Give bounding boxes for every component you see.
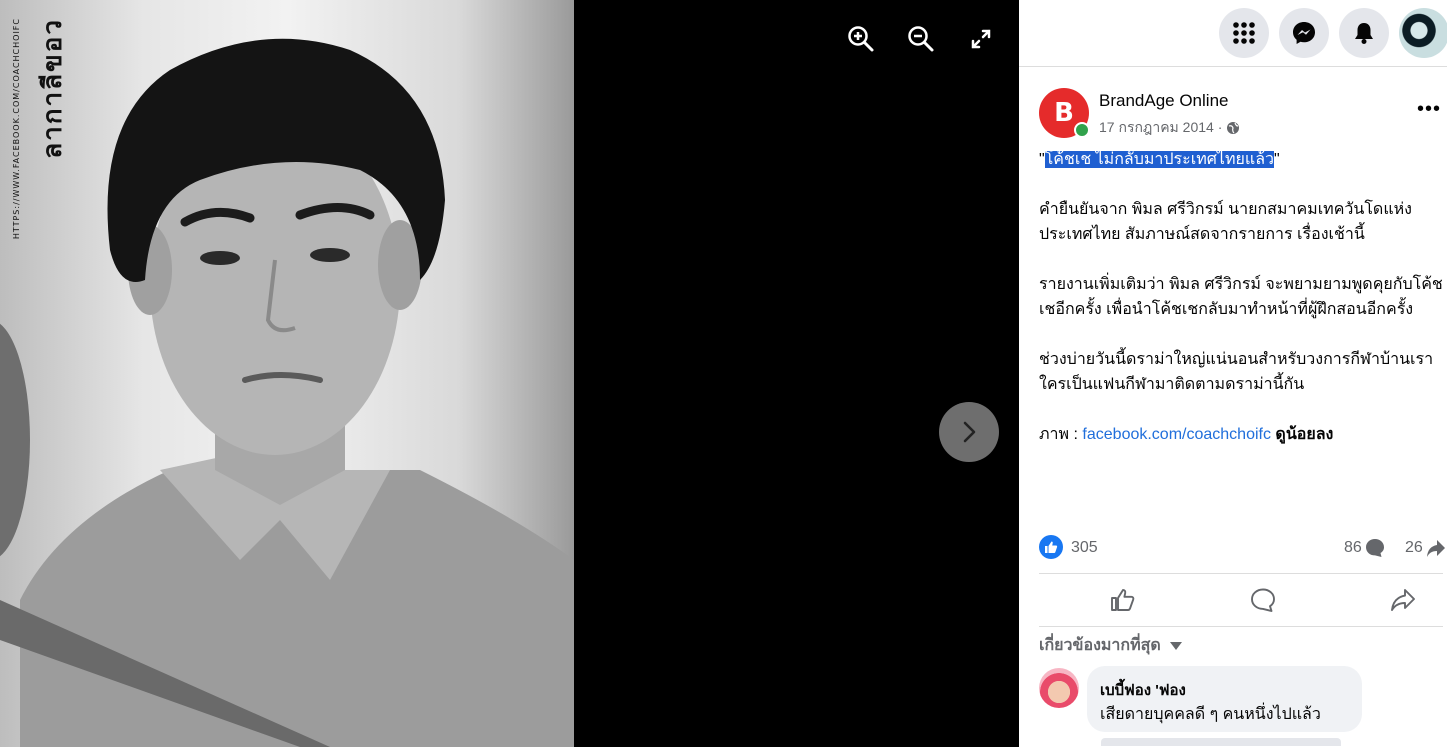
comment-bubble: เบบี้ฟอง 'ฟอง เสียดายบุคคลดี ๆ คนหนึ่งไป… — [1087, 666, 1362, 732]
post-date[interactable]: 17 กรกฎาคม 2014 · — [1099, 117, 1222, 139]
menu-button[interactable] — [1219, 8, 1269, 58]
comment-outline-icon — [1251, 588, 1275, 612]
photo-credit-link[interactable]: facebook.com/coachchoifc — [1082, 426, 1271, 443]
next-photo-button[interactable] — [939, 402, 999, 462]
post-header: B BrandAge Online 17 กรกฎาคม 2014 · ••• — [1039, 88, 1441, 140]
messenger-button[interactable] — [1279, 8, 1329, 58]
comment-sort-dropdown[interactable]: เกี่ยวข้องมากที่สุด — [1039, 633, 1183, 658]
comment-item: เบบี้ฟอง 'ฟอง เสียดายบุคคลดี ๆ คนหนึ่งไป… — [1039, 666, 1439, 746]
post-paragraph-1: คำยืนยันจาก พิมล ศรีวิกรม์ นายกสมาคมเทคว… — [1039, 201, 1412, 243]
like-outline-icon — [1111, 589, 1135, 611]
post-paragraph-3: ช่วงบ่ายวันนี้ดราม่าใหญ่แน่นอนสำหรับวงกา… — [1039, 351, 1434, 393]
page-avatar-letter: B — [1054, 98, 1074, 128]
post-title: โค้ชเช ไม่กลับมาประเทศไทยแล้ว — [1044, 151, 1274, 168]
messenger-icon — [1293, 22, 1315, 44]
online-status-dot — [1074, 122, 1090, 138]
photo-credit-label: ภาพ : — [1039, 426, 1083, 443]
commenter-avatar[interactable] — [1039, 668, 1079, 708]
page-name[interactable]: BrandAge Online — [1099, 91, 1228, 111]
comment-author[interactable]: เบบี้ฟอง 'ฟอง — [1100, 678, 1186, 702]
fullscreen-icon — [971, 29, 991, 49]
comment-button[interactable] — [1246, 584, 1280, 616]
comment-count[interactable]: 86 — [1344, 538, 1385, 558]
post-photo: ลากาลีขอว HTTPS://WWW.FACEBOOK.COM/COACH… — [0, 0, 574, 747]
like-count[interactable]: 305 — [1071, 539, 1098, 557]
share-count[interactable]: 26 — [1405, 538, 1446, 558]
more-options-button[interactable]: ••• — [1417, 98, 1441, 121]
photo-portrait — [0, 38, 574, 747]
watermark-url: HTTPS://WWW.FACEBOOK.COM/COACHCHOIFC — [12, 18, 21, 240]
zoom-in-icon — [848, 26, 874, 52]
top-bar — [1019, 0, 1447, 67]
like-reaction-badge[interactable] — [1039, 535, 1063, 559]
fullscreen-button[interactable] — [966, 24, 996, 54]
photo-credit: ภาพ : facebook.com/coachchoifc ดูน้อยลง — [1039, 422, 1447, 447]
zoom-out-button[interactable] — [906, 24, 936, 54]
chevron-right-icon — [963, 421, 976, 443]
thumbs-up-icon — [1045, 541, 1058, 553]
zoom-in-button[interactable] — [846, 24, 876, 54]
post-actions — [1039, 573, 1443, 627]
post-panel: B BrandAge Online 17 กรกฎาคม 2014 · ••• … — [1019, 0, 1447, 747]
share-count-value: 26 — [1405, 539, 1423, 556]
share-arrow-icon — [1426, 540, 1445, 557]
post-meta: 17 กรกฎาคม 2014 · — [1099, 117, 1240, 139]
post-paragraph-2: รายงานเพิ่มเติมว่า พิมล ศรีวิกรม์ จะพยาม… — [1039, 276, 1443, 318]
quote-close: " — [1273, 151, 1280, 168]
zoom-out-icon — [908, 26, 934, 52]
like-button[interactable] — [1106, 584, 1140, 616]
share-button[interactable] — [1386, 584, 1420, 616]
reaction-stats: 305 86 26 — [1039, 535, 1447, 561]
bell-icon — [1355, 23, 1373, 44]
apps-grid-icon — [1233, 22, 1255, 44]
photo-watermark: ลากาลีขอว HTTPS://WWW.FACEBOOK.COM/COACH… — [10, 18, 68, 243]
comment-count-value: 86 — [1344, 539, 1362, 556]
comment-text: เสียดายบุคคลดี ๆ คนหนึ่งไปแล้ว — [1100, 706, 1321, 723]
profile-avatar[interactable] — [1399, 8, 1447, 58]
globe-icon — [1227, 122, 1240, 134]
post-text: "โค้ชเช ไม่กลับมาประเทศไทยแล้ว" คำยืนยัน… — [1039, 147, 1447, 472]
watermark-text: ลากาลีขอว — [38, 18, 68, 159]
sort-label: เกี่ยวข้องมากที่สุด — [1039, 637, 1161, 654]
quote-open: " — [1039, 151, 1045, 168]
post-title-line: "โค้ชเช ไม่กลับมาประเทศไทยแล้ว" — [1039, 147, 1447, 172]
notifications-button[interactable] — [1339, 8, 1389, 58]
comment-bubble-icon — [1365, 539, 1384, 557]
caret-down-icon — [1169, 641, 1182, 650]
comment-actions-cutoff — [1101, 738, 1341, 747]
photo-viewer: ลากาลีขอว HTTPS://WWW.FACEBOOK.COM/COACH… — [0, 0, 1019, 747]
see-less-button[interactable]: ดูน้อยลง — [1275, 426, 1333, 443]
share-outline-icon — [1391, 589, 1415, 611]
